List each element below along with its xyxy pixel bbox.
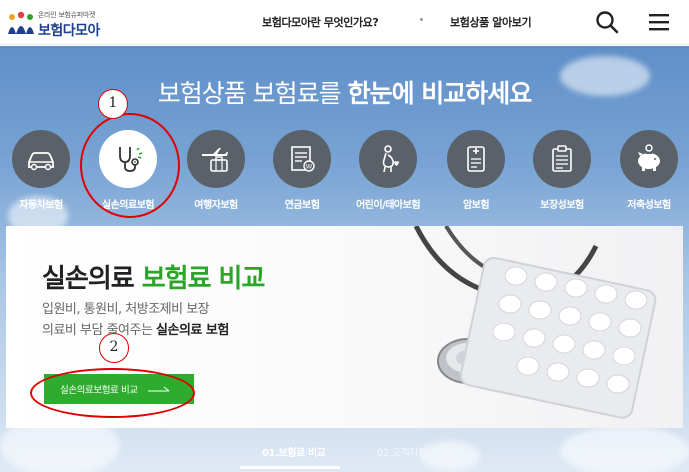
category-icon-circle: W (273, 130, 331, 188)
category-label: 실손의료보험 (101, 200, 155, 211)
product-card: 실손의료 보험료 비교 입원비, 통원비, 처방조제비 보장 의료비 부담 줄여… (6, 226, 683, 428)
card-desc2-regular: 의료비 부담 줄여주는 (42, 323, 157, 338)
category-icon-circle (359, 130, 417, 188)
category-label: 연금보험 (284, 200, 320, 211)
nav-about[interactable]: 보험다모아란 무엇인가요? (262, 14, 379, 30)
category-icon-circle (99, 130, 157, 188)
stethoscope-pills-illustration (413, 226, 657, 419)
hamburger-menu-icon (649, 14, 669, 31)
logo-people-icon (8, 11, 34, 34)
category-icon-circle (12, 130, 70, 188)
category-label: 저축성보험 (627, 200, 671, 211)
site-logo[interactable]: 온라인 보험슈퍼마켓 보험다모아 (6, 8, 116, 39)
card-desc2-bold: 실손의료 보험 (156, 323, 229, 338)
category-pension[interactable]: W 연금보험 (267, 130, 337, 211)
category-protection[interactable]: 보장성보험 (527, 130, 597, 211)
pregnant-woman-icon (382, 145, 399, 173)
annotation-number-2: 2 (99, 333, 129, 363)
card-description-line1: 입원비, 통원비, 처방조제비 보장 (42, 302, 210, 317)
card-title-green: 보험료 비교 (141, 264, 266, 294)
blossom-decoration (420, 441, 480, 471)
pension-document-icon: W (291, 146, 315, 172)
svg-text:W: W (306, 163, 313, 171)
category-icon-circle (620, 130, 678, 188)
compare-medical-insurance-button[interactable]: 실손의료보험료 비교 (44, 374, 194, 404)
search-icon (596, 11, 619, 34)
card-title-black: 실손의료 (42, 264, 142, 294)
airplane-luggage-icon (202, 148, 228, 172)
tab-premium-compare[interactable]: 01.보험료 비교 (240, 444, 340, 469)
category-car[interactable]: 자동차보험 (6, 130, 76, 211)
medical-chart-icon (467, 146, 485, 172)
car-icon (28, 152, 54, 171)
menu-button[interactable] (646, 9, 672, 35)
top-header: 온라인 보험슈퍼마켓 보험다모아 보험다모아란 무엇인가요? 보험상품 알아보기 (0, 0, 689, 45)
category-label: 여행자보험 (194, 200, 238, 211)
category-child[interactable]: 어린이/태아보험 (353, 130, 423, 211)
category-cancer[interactable]: 암보험 (441, 130, 511, 211)
blossom-decoration (560, 426, 689, 472)
logo-subtitle: 온라인 보험슈퍼마켓 (38, 11, 96, 19)
cta-label: 실손의료보험료 비교 (60, 385, 138, 396)
hero-title-regular: 보험상품 보험료를 (157, 79, 348, 108)
card-description-line2: 의료비 부담 줄여주는 실손의료 보험 (42, 319, 229, 338)
nav-separator-dot (420, 18, 423, 21)
clipboard-icon (552, 145, 572, 172)
category-label: 어린이/태아보험 (355, 200, 421, 211)
piggy-bank-icon (638, 144, 660, 171)
logo-title: 보험다모아 (38, 23, 100, 39)
category-travel[interactable]: 여행자보험 (181, 130, 251, 211)
category-label: 보장성보험 (540, 200, 584, 211)
category-icon-circle (187, 130, 245, 188)
annotation-number-1: 1 (98, 89, 128, 119)
tab-customer-support[interactable]: 02.고객지원 (377, 444, 427, 459)
search-button[interactable] (594, 9, 620, 35)
category-icon-circle (447, 130, 505, 188)
hero-title-bold: 한눈에 비교하세요 (347, 79, 533, 108)
category-medical[interactable]: 실손의료보험 (93, 130, 163, 211)
category-label: 자동차보험 (19, 200, 63, 211)
nav-products[interactable]: 보험상품 알아보기 (450, 14, 532, 30)
arrow-right-icon (147, 386, 169, 392)
category-icon-circle (533, 130, 591, 188)
card-title: 실손의료 보험료 비교 (42, 258, 266, 295)
category-savings[interactable]: 저축성보험 (614, 130, 684, 211)
category-label: 암보험 (462, 200, 490, 211)
stethoscope-icon (119, 147, 143, 172)
